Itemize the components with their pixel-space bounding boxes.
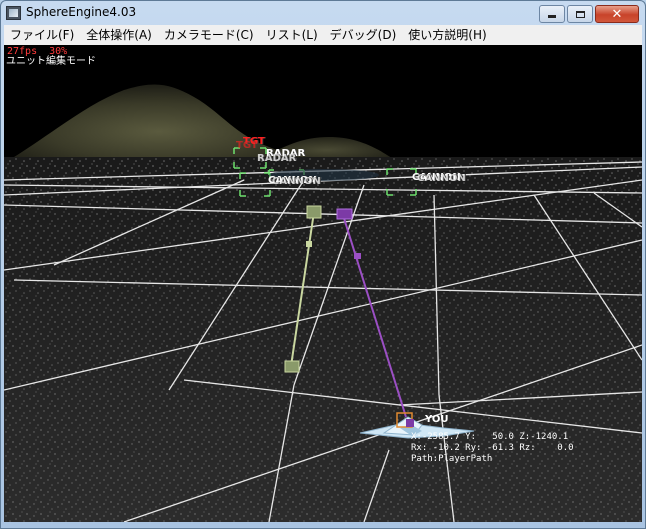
green-waypoint-bottom [284,360,300,373]
menu-file[interactable]: ファイル(F) [4,25,80,45]
menu-list[interactable]: リスト(L) [260,25,324,45]
maximize-button[interactable] [567,5,593,23]
purple-waypoint-mid [354,253,361,259]
minimize-icon [548,15,556,18]
menu-help[interactable]: 使い方説明(H) [402,25,492,45]
player-info: X:-2585.7 Y: 50.0 Z:-1240.1 Rx: -10.2 Ry:… [411,432,574,465]
player-path: Path:PlayerPath [411,454,493,464]
maximize-icon [575,10,585,18]
app-icon[interactable] [6,6,21,20]
cannon-label-right-ghost: CANNON [417,173,466,184]
menu-debug[interactable]: デバッグ(D) [324,25,403,45]
menu-bar: ファイル(F) 全体操作(A) カメラモード(C) リスト(L) デバッグ(D)… [4,25,642,45]
title-bar[interactable]: SphereEngine4.03 ✕ [1,1,645,25]
close-icon: ✕ [611,6,623,22]
player-label: YOU [425,414,449,425]
menu-global-ops[interactable]: 全体操作(A) [80,25,158,45]
green-waypoint-top [306,205,322,219]
tgt-label-ghost: TGT [236,140,258,151]
app-window: SphereEngine4.03 ✕ ファイル(F) 全体操作(A) カメラモー… [0,0,646,529]
window-title: SphereEngine4.03 [26,5,137,19]
3d-viewport[interactable]: 27fps 30% ユニット編集モード TGT TGT RADAR RADAR … [4,45,642,522]
green-waypoint-mid [306,241,312,247]
player-position: X:-2585.7 Y: 50.0 Z:-1240.1 [411,432,569,442]
menu-camera-mode[interactable]: カメラモード(C) [158,25,260,45]
close-button[interactable]: ✕ [595,5,639,23]
purple-waypoint-top [336,208,353,220]
player-rotation: Rx: -10.2 Ry: -61.3 Rz: 0.0 [411,443,574,453]
caption-buttons: ✕ [539,5,639,23]
minimize-button[interactable] [539,5,565,23]
cannon-label-left-ghost: CANNON [272,176,321,187]
radar-label-ghost: RADAR [257,153,297,164]
edit-mode-label: ユニット編集モード [6,56,96,67]
